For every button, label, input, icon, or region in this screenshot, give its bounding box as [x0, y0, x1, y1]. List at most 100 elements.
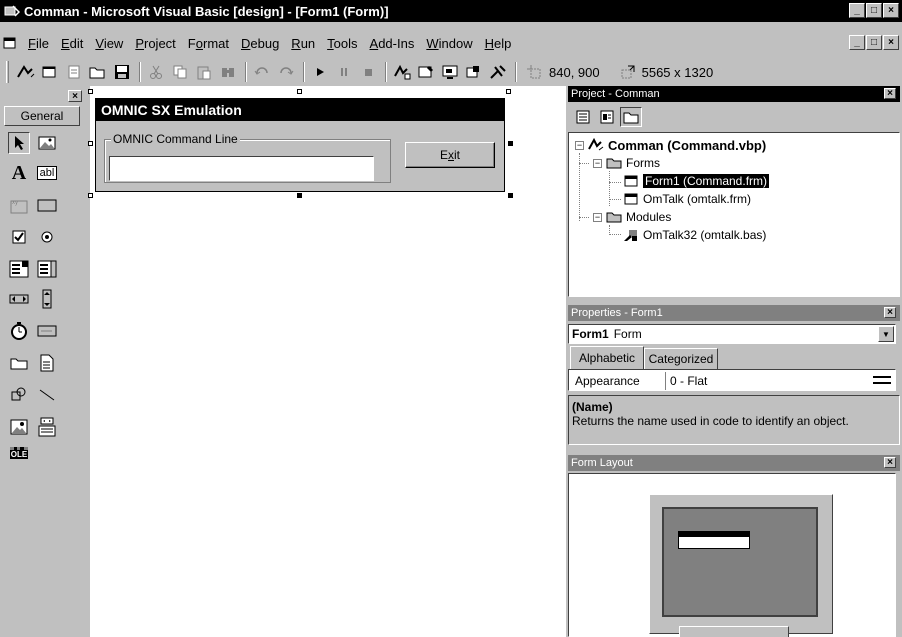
- textbox-tool-icon[interactable]: abl: [36, 162, 58, 184]
- project-explorer-icon[interactable]: [391, 61, 413, 83]
- menu-editor-icon[interactable]: [63, 61, 85, 83]
- menu-debug[interactable]: Debug: [235, 36, 285, 51]
- menu-project[interactable]: Project: [129, 36, 181, 51]
- tree-project-root[interactable]: − Comman (Command.vbp): [575, 137, 766, 153]
- filelistbox-tool-icon[interactable]: [36, 352, 58, 374]
- open-folder-icon[interactable]: [87, 61, 109, 83]
- redo-icon[interactable]: [275, 61, 297, 83]
- window-maximize-button[interactable]: □: [866, 3, 882, 18]
- size-readout: 5565 x 1320: [620, 64, 714, 80]
- mdi-close-button[interactable]: ×: [883, 35, 899, 50]
- tree-omtalk32[interactable]: OmTalk32 (omtalk.bas): [623, 227, 766, 243]
- add-project-icon[interactable]: [15, 61, 37, 83]
- hscrollbar-tool-icon[interactable]: [8, 288, 30, 310]
- tree-omtalk[interactable]: OmTalk (omtalk.frm): [623, 191, 751, 207]
- tree-form1[interactable]: Form1 (Command.frm): [623, 173, 770, 189]
- checkbox-tool-icon[interactable]: [8, 226, 30, 248]
- label-tool-icon[interactable]: A: [8, 162, 30, 184]
- ole-tool-icon[interactable]: OLE: [8, 442, 30, 464]
- timer-tool-icon[interactable]: [8, 320, 30, 342]
- toolbar-grip[interactable]: [6, 61, 9, 83]
- tree-modules-folder[interactable]: − Modules: [593, 209, 671, 225]
- menu-tools[interactable]: Tools: [321, 36, 363, 51]
- command-line-input[interactable]: [109, 156, 374, 181]
- object-browser-icon[interactable]: [463, 61, 485, 83]
- property-name[interactable]: Appearance: [571, 372, 663, 390]
- vscrollbar-tool-icon[interactable]: [36, 288, 58, 310]
- save-icon[interactable]: [111, 61, 133, 83]
- optionbutton-tool-icon[interactable]: [36, 226, 58, 248]
- frame-label: OMNIC Command Line: [111, 132, 240, 146]
- object-selector[interactable]: Form1 Form ▼: [568, 324, 896, 344]
- break-icon[interactable]: [333, 61, 355, 83]
- toggle-folders-icon[interactable]: [620, 107, 642, 127]
- cut-icon[interactable]: [145, 61, 167, 83]
- form-designer-area[interactable]: OMNIC SX Emulation OMNIC Command Line Ex…: [88, 86, 566, 637]
- view-code-icon[interactable]: [572, 107, 594, 127]
- visual-basic-app-icon[interactable]: [4, 4, 20, 18]
- resize-handle-bottom[interactable]: [297, 193, 302, 198]
- add-form-icon[interactable]: [39, 61, 61, 83]
- frame-tool-icon[interactable]: xy: [8, 194, 30, 216]
- data-tool-icon[interactable]: [36, 416, 58, 438]
- commandbutton-tool-icon[interactable]: [36, 194, 58, 216]
- form-position-preview[interactable]: [678, 531, 750, 549]
- project-explorer-title-bar: Project - Comman ×: [568, 86, 900, 102]
- undo-icon[interactable]: [251, 61, 273, 83]
- monitor-screen: [662, 507, 818, 617]
- form-window[interactable]: OMNIC SX Emulation OMNIC Command Line Ex…: [95, 98, 505, 192]
- menu-bar: File Edit View Project Format Debug Run …: [0, 32, 902, 54]
- property-value[interactable]: 0 - Flat: [665, 372, 865, 390]
- position-icon: [527, 65, 541, 79]
- line-tool-icon[interactable]: [36, 384, 58, 406]
- paste-icon[interactable]: [193, 61, 215, 83]
- menu-file[interactable]: File: [22, 36, 55, 51]
- picturebox-tool-icon[interactable]: [36, 132, 58, 154]
- exit-button[interactable]: Ex it: [405, 142, 495, 168]
- monitor-stand: [679, 626, 789, 637]
- modules-folder-label: Modules: [626, 210, 672, 224]
- tab-alphabetic[interactable]: Alphabetic: [570, 346, 644, 370]
- tree-forms-folder[interactable]: − Forms: [593, 155, 660, 171]
- menu-edit[interactable]: Edit: [55, 36, 89, 51]
- find-icon[interactable]: [217, 61, 239, 83]
- size-value: 5565 x 1320: [641, 64, 714, 80]
- combobox-tool-icon[interactable]: [8, 258, 30, 280]
- collapse-icon[interactable]: −: [575, 140, 584, 150]
- end-icon[interactable]: [357, 61, 379, 83]
- document-icon[interactable]: [2, 35, 18, 51]
- menu-view[interactable]: View: [89, 36, 129, 51]
- dirlistbox-tool-icon[interactable]: [8, 352, 30, 374]
- menu-help[interactable]: Help: [479, 36, 518, 51]
- tab-categorized[interactable]: Categorized: [644, 348, 718, 370]
- listbox-tool-icon[interactable]: [36, 258, 58, 280]
- chevron-down-icon[interactable]: ▼: [878, 326, 894, 342]
- toolbox-general-tab[interactable]: General: [4, 106, 80, 126]
- mdi-restore-button[interactable]: □: [866, 35, 882, 50]
- collapse-icon[interactable]: −: [593, 212, 602, 222]
- project-explorer-close-button[interactable]: ×: [884, 88, 896, 99]
- drivelistbox-tool-icon[interactable]: [36, 320, 58, 342]
- properties-window-icon[interactable]: [415, 61, 437, 83]
- image-tool-icon[interactable]: [8, 416, 30, 438]
- resize-handle-bottom-right[interactable]: [508, 193, 513, 198]
- menu-run[interactable]: Run: [285, 36, 321, 51]
- toolbox-icon[interactable]: [487, 61, 509, 83]
- start-icon[interactable]: [309, 61, 331, 83]
- window-close-button[interactable]: ×: [883, 3, 899, 18]
- menu-format[interactable]: Format: [182, 36, 235, 51]
- resize-handle-right[interactable]: [508, 141, 513, 146]
- pointer-tool-icon[interactable]: [8, 132, 30, 154]
- toolbox-close-button[interactable]: ×: [68, 90, 82, 102]
- view-object-icon[interactable]: [596, 107, 618, 127]
- window-minimize-button[interactable]: _: [849, 3, 865, 18]
- form-layout-icon[interactable]: [439, 61, 461, 83]
- menu-window[interactable]: Window: [420, 36, 478, 51]
- copy-icon[interactable]: [169, 61, 191, 83]
- menu-add-ins[interactable]: Add-Ins: [364, 36, 421, 51]
- form-layout-close-button[interactable]: ×: [884, 457, 896, 468]
- properties-close-button[interactable]: ×: [884, 307, 896, 318]
- collapse-icon[interactable]: −: [593, 158, 602, 168]
- shape-tool-icon[interactable]: [8, 384, 30, 406]
- mdi-minimize-button[interactable]: _: [849, 35, 865, 50]
